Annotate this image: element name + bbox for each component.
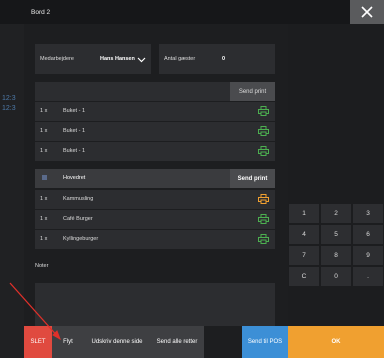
annotation-arrow-icon — [9, 282, 61, 341]
